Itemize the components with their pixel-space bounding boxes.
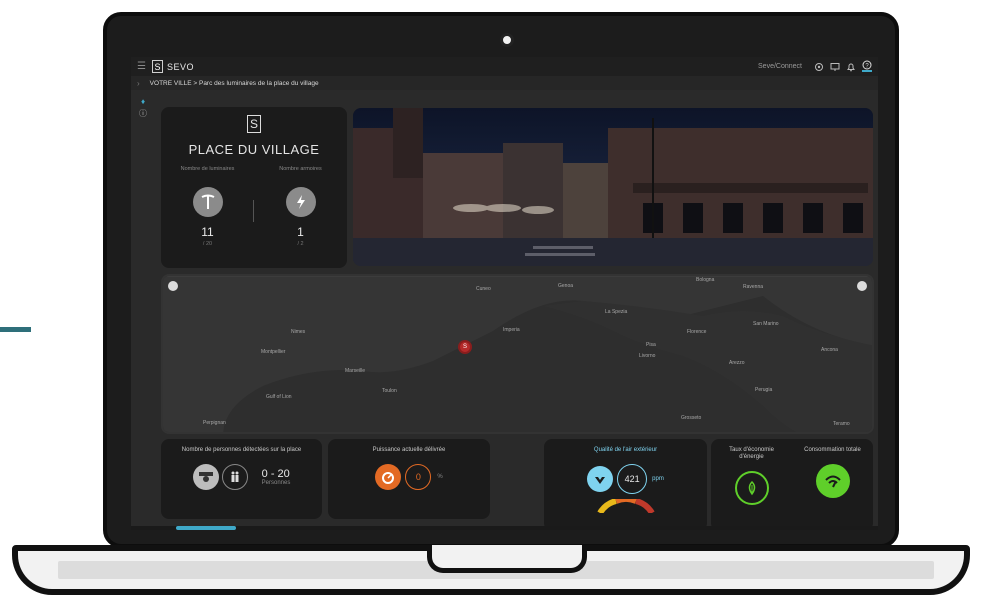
place-photo <box>353 108 873 266</box>
map-city-label: Imperia <box>503 327 520 333</box>
people-title: Nombre de personnes détectées sur la pla… <box>181 447 302 453</box>
air-quality-gauge <box>596 496 655 515</box>
screen: ☰ S SEVO Seve/Connect ? › VOTRE VILLE > … <box>131 57 878 530</box>
streetlight-icon <box>192 187 223 217</box>
map-city-label: Nimes <box>291 329 306 335</box>
armoires-stat: Nombre armoires 1 / 2 <box>261 166 341 247</box>
webcam <box>500 33 514 47</box>
eco-leaf-icon <box>734 471 769 505</box>
brand-name: SEVO <box>166 61 194 72</box>
saving-title: Taux d'économie d'énergie <box>729 447 774 460</box>
monitor-icon[interactable] <box>830 62 840 72</box>
laptop-bezel: ☰ S SEVO Seve/Connect ? › VOTRE VILLE > … <box>103 12 899 548</box>
energy-widget: Taux d'économie d'énergie Consommation t… <box>711 439 873 530</box>
connect-link[interactable]: Seve/Connect <box>758 63 802 70</box>
place-summary-card: S PLACE DU VILLAGE Nombre de luminaires … <box>161 107 347 268</box>
map-city-label: Florence <box>687 329 707 335</box>
map-city-label: Cuneo <box>476 286 491 292</box>
gauge-icon <box>375 464 402 490</box>
map-city-label: Livorno <box>639 353 656 359</box>
logo-icon: S <box>151 60 163 73</box>
map-city-label: Montpellier <box>261 349 286 355</box>
people-detected-widget: Nombre de personnes détectées sur la pla… <box>161 439 322 519</box>
place-title: PLACE DU VILLAGE <box>188 142 320 157</box>
info-icon[interactable]: ⓘ <box>136 107 150 119</box>
air-value: 421 <box>617 464 648 494</box>
divider <box>253 200 254 222</box>
map-city-label: Ravenna <box>743 284 764 290</box>
hamburger-menu-icon[interactable]: ☰ <box>137 61 146 72</box>
scrollbar-thumb[interactable] <box>176 526 236 530</box>
map-city-label: Grosseto <box>681 415 702 421</box>
breadcrumb-text[interactable]: VOTRE VILLE > Parc des luminaires de la … <box>150 80 319 87</box>
armoires-label: Nombre armoires <box>279 166 322 172</box>
settings-icon[interactable] <box>814 62 824 72</box>
power-value: 0 <box>405 464 432 490</box>
bell-icon[interactable] <box>846 62 856 72</box>
people-icon <box>221 464 248 490</box>
map-city-label: Ancona <box>821 347 838 353</box>
power-unit: % <box>437 474 443 480</box>
power-title: Puissance actuelle délivrée <box>372 447 446 453</box>
logo-mark-icon: S <box>247 115 261 133</box>
trackpad-notch <box>427 545 587 573</box>
luminaires-total: / 20 <box>202 241 213 247</box>
lightning-icon <box>285 187 316 217</box>
air-title: Qualité de l'air extérieur <box>593 447 658 453</box>
luminaires-stat: Nombre de luminaires 11 / 20 <box>168 166 248 247</box>
laptop-mockup: ☰ S SEVO Seve/Connect ? › VOTRE VILLE > … <box>0 0 982 606</box>
armoires-total: / 2 <box>297 241 304 247</box>
horizontal-scrollbar[interactable] <box>131 526 878 530</box>
map-panel[interactable]: Cuneo Genoa Bologna Ravenna La Spezia Ni… <box>161 274 874 434</box>
map-city-label: Arezzo <box>729 360 745 366</box>
map-city-label: San Marino <box>753 321 779 327</box>
map-city-label: Pisa <box>646 342 656 348</box>
wifi-speed-icon <box>815 464 850 498</box>
map-visibility-icon[interactable] <box>857 281 867 291</box>
map-menu-icon[interactable] <box>168 281 178 291</box>
map-city-label: Perpignan <box>203 420 226 426</box>
top-bar: ☰ S SEVO Seve/Connect ? <box>131 57 878 76</box>
decorative-dash <box>0 327 31 332</box>
pin-icon[interactable]: ♦ <box>136 95 150 107</box>
map-city-label: La Spezia <box>605 309 628 315</box>
leaf-drop-icon <box>587 466 614 492</box>
people-unit: Personnes <box>261 480 291 486</box>
power-widget: Puissance actuelle délivrée 0 % <box>328 439 490 519</box>
map-city-label: Perugia <box>755 387 773 393</box>
breadcrumb: › VOTRE VILLE > Parc des luminaires de l… <box>131 76 878 90</box>
air-quality-widget: Qualité de l'air extérieur 421 ppm <box>544 439 707 530</box>
expand-chevron-icon[interactable]: › <box>137 79 140 88</box>
luminaires-label: Nombre de luminaires <box>180 166 235 172</box>
air-unit: ppm <box>652 476 664 482</box>
help-icon[interactable]: ? <box>862 60 872 72</box>
map-city-label: Marseille <box>345 368 366 374</box>
consumption-title: Consommation totale <box>804 447 861 453</box>
map-city-label: Gulf of Lion <box>266 394 292 400</box>
map-marker[interactable]: S <box>458 340 472 354</box>
people-value: 0 - 20 <box>261 468 290 480</box>
side-toolbar: ♦ ⓘ <box>136 95 150 119</box>
armoires-value: 1 <box>297 225 304 239</box>
map-city-label: Toulon <box>382 388 397 394</box>
map-city-label: Teramo <box>833 421 850 427</box>
luminaires-value: 11 <box>201 225 214 239</box>
map-city-label: Bologna <box>696 277 715 283</box>
map-city-label: Genoa <box>558 283 574 289</box>
laptop-base <box>12 545 970 595</box>
camera-icon <box>192 464 219 490</box>
